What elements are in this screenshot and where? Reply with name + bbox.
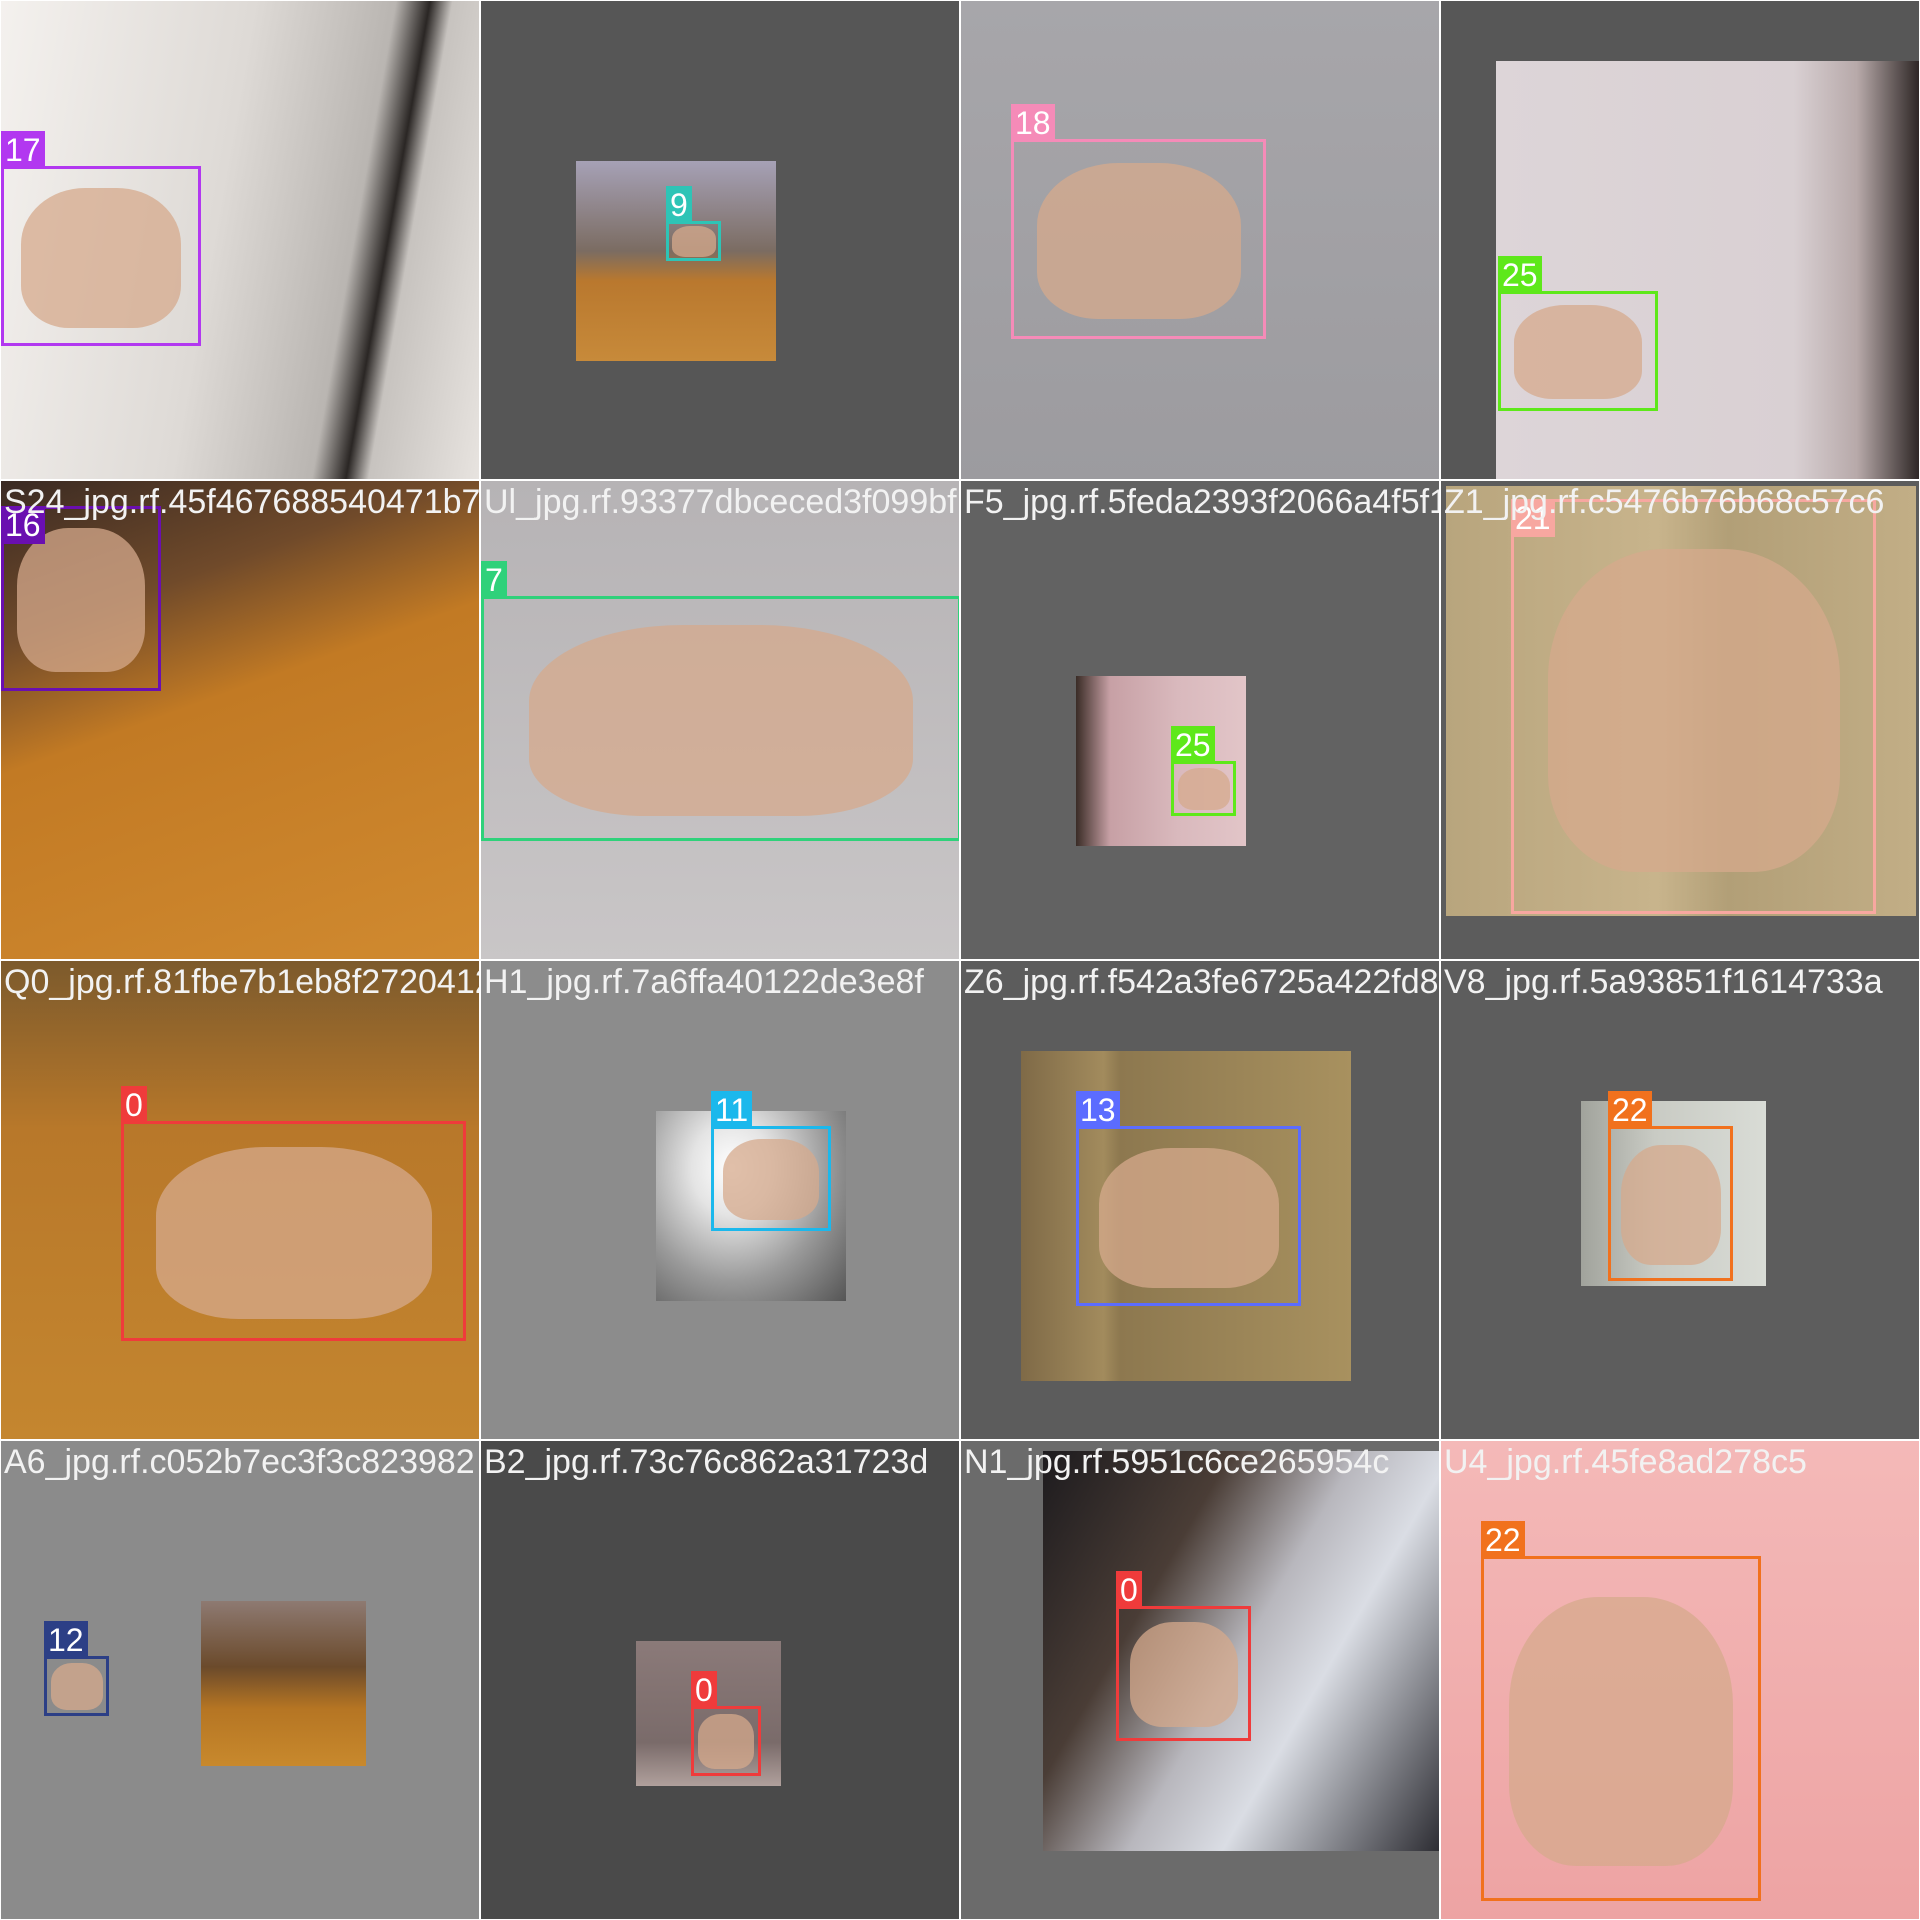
detection-mosaic: 17 9 18 25 16 S24_jpg.rf.45f467688540471b7147… bbox=[0, 0, 1920, 1920]
bounding-box: 25 bbox=[1171, 726, 1236, 816]
mosaic-tile: 0 bbox=[1, 961, 479, 1439]
mosaic-tile: 22 bbox=[1441, 1441, 1919, 1919]
class-label: 0 bbox=[691, 1671, 717, 1709]
class-label: 0 bbox=[121, 1086, 147, 1124]
mosaic-tile: 25 bbox=[1441, 1, 1919, 479]
bounding-box: 0 bbox=[1116, 1571, 1251, 1741]
class-label: 16 bbox=[1, 506, 45, 544]
mosaic-tile: 0 bbox=[961, 1441, 1439, 1919]
bounding-box: 16 bbox=[1, 506, 161, 691]
mosaic-tile: 13 bbox=[961, 961, 1439, 1439]
class-label: 22 bbox=[1608, 1091, 1652, 1129]
mosaic-tile: 21 bbox=[1441, 481, 1919, 959]
bounding-box: 22 bbox=[1608, 1091, 1733, 1281]
mosaic-tile: 18 bbox=[961, 1, 1439, 479]
class-label: 7 bbox=[481, 561, 507, 599]
bounding-box: 12 bbox=[44, 1621, 109, 1716]
mosaic-tile: 22 bbox=[1441, 961, 1919, 1439]
bounding-box: 22 bbox=[1481, 1521, 1761, 1901]
mosaic-tile: 17 bbox=[1, 1, 479, 479]
class-label: 12 bbox=[44, 1621, 88, 1659]
mosaic-tile: 7 bbox=[481, 481, 959, 959]
bounding-box: 25 bbox=[1498, 256, 1658, 411]
mosaic-tile: 16 bbox=[1, 481, 479, 959]
bounding-box: 0 bbox=[121, 1086, 466, 1341]
class-label: 17 bbox=[1, 131, 45, 169]
bounding-box: 13 bbox=[1076, 1091, 1301, 1306]
class-label: 18 bbox=[1011, 104, 1055, 142]
bounding-box: 11 bbox=[711, 1091, 831, 1231]
mosaic-tile: 25 bbox=[961, 481, 1439, 959]
hand-photo bbox=[1496, 61, 1919, 479]
bounding-box: 0 bbox=[691, 1671, 761, 1776]
class-label: 11 bbox=[711, 1091, 753, 1129]
bounding-box: 18 bbox=[1011, 104, 1266, 339]
mosaic-tile: 12 bbox=[1, 1441, 479, 1919]
class-label: 25 bbox=[1498, 256, 1542, 294]
grid-divider bbox=[0, 959, 1920, 961]
grid-divider bbox=[1439, 0, 1441, 1920]
bounding-box: 21 bbox=[1511, 499, 1876, 914]
class-label: 0 bbox=[1116, 1571, 1142, 1609]
grid-divider bbox=[0, 1439, 1920, 1441]
mosaic-tile: 11 bbox=[481, 961, 959, 1439]
bounding-box: 17 bbox=[1, 131, 201, 346]
mosaic-tile: 0 bbox=[481, 1441, 959, 1919]
bounding-box: 7 bbox=[481, 561, 959, 841]
class-label: 25 bbox=[1171, 726, 1215, 764]
class-label: 21 bbox=[1511, 499, 1555, 537]
class-label: 9 bbox=[666, 186, 692, 224]
bounding-box: 9 bbox=[666, 186, 721, 261]
class-label: 13 bbox=[1076, 1091, 1120, 1129]
class-label: 22 bbox=[1481, 1521, 1525, 1559]
hand-photo bbox=[201, 1601, 366, 1766]
mosaic-tile: 9 bbox=[481, 1, 959, 479]
